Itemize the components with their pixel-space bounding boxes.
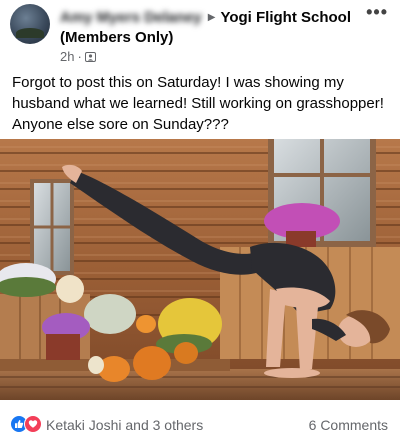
post-header: Amy Myers Delaney ▶ Yogi Flight School (Me… (0, 0, 400, 66)
group-subtitle[interactable]: (Members Only) (60, 29, 173, 47)
love-icon (24, 415, 42, 433)
members-icon (84, 50, 96, 62)
meta-separator: · (77, 49, 82, 64)
reactions-bar: Ketaki Joshi and 3 others 6 Comments (0, 408, 400, 436)
yoga-photo (0, 139, 400, 400)
reactions-summary[interactable]: Ketaki Joshi and 3 others (46, 417, 203, 433)
group-name[interactable]: Yogi Flight School (220, 9, 351, 26)
triangle-right-icon: ▶ (207, 12, 216, 23)
comments-count[interactable]: 6 Comments (309, 417, 388, 433)
post-text: Forgot to post this on Saturday! I was s… (12, 74, 384, 133)
reaction-icons[interactable] (10, 415, 44, 433)
post-timestamp[interactable]: 2h (60, 49, 74, 64)
more-options-button[interactable]: ••• (366, 2, 388, 23)
post-photo[interactable] (0, 139, 400, 400)
post-meta: 2h · (60, 49, 96, 64)
author-line: Amy Myers Delaney ▶ Yogi Flight School (60, 9, 351, 27)
author-avatar[interactable] (10, 4, 50, 44)
author-name[interactable]: Amy Myers Delaney (60, 9, 202, 27)
